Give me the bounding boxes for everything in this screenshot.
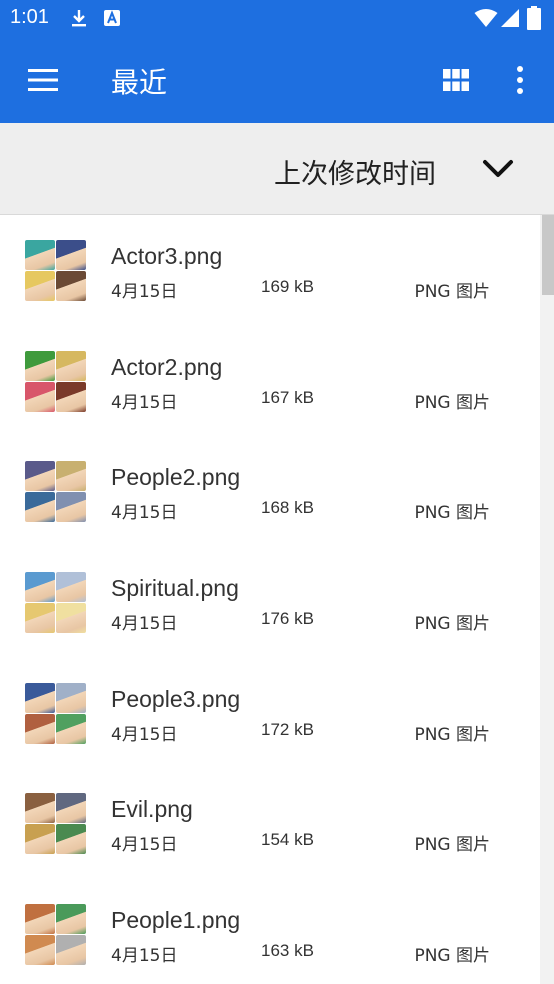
thumbnail-face: [25, 492, 55, 523]
sort-selector[interactable]: 上次修改时间: [0, 123, 554, 215]
file-date: 4月15日: [111, 503, 178, 524]
thumbnail-face: [25, 240, 55, 270]
file-thumbnail: [25, 682, 86, 744]
thumbnail-face: [56, 461, 86, 492]
file-date: 4月15日: [111, 946, 178, 967]
file-name: People2.png: [111, 464, 241, 491]
file-size: 163 kB: [261, 941, 314, 961]
page-title: 最近: [111, 66, 168, 99]
battery-icon: [527, 6, 541, 30]
thumbnail-face: [56, 793, 86, 824]
thumbnail-face: [56, 603, 86, 634]
file-list-item[interactable]: People3.png 4月15日 172 kB PNG 图片: [0, 658, 540, 769]
more-vert-icon[interactable]: [510, 65, 530, 95]
status-time: 1:01: [10, 6, 49, 28]
file-list-item[interactable]: Actor2.png 4月15日 167 kB PNG 图片: [0, 326, 540, 437]
file-size: 176 kB: [261, 609, 314, 629]
thumbnail-face: [56, 381, 86, 412]
file-type: PNG 图片: [414, 282, 490, 302]
file-name: People3.png: [111, 685, 241, 712]
thumbnail-face: [25, 904, 55, 935]
status-bar: 1:01: [0, 0, 554, 37]
file-name: Actor2.png: [111, 353, 223, 380]
thumbnail-face: [25, 271, 55, 301]
file-name: People1.png: [111, 907, 241, 934]
file-type: PNG 图片: [414, 503, 490, 524]
thumbnail-face: [56, 904, 86, 935]
thumbnail-face: [56, 240, 86, 270]
thumbnail-face: [56, 350, 86, 381]
thumbnail-face: [25, 572, 55, 603]
thumbnail-face: [25, 350, 55, 381]
thumbnail-face: [56, 824, 86, 855]
file-date: 4月15日: [111, 282, 178, 302]
file-date: 4月15日: [111, 835, 178, 856]
thumbnail-face: [25, 824, 55, 855]
thumbnail-face: [56, 271, 86, 301]
chevron-down-icon[interactable]: [482, 158, 514, 180]
thumbnail-face: [56, 492, 86, 523]
file-thumbnail: [25, 793, 86, 855]
file-type: PNG 图片: [414, 946, 490, 967]
file-thumbnail: [25, 240, 86, 301]
thumbnail-face: [56, 713, 86, 744]
file-list-item[interactable]: People1.png 4月15日 163 kB PNG 图片: [0, 879, 540, 984]
file-list-item[interactable]: Evil.png 4月15日 154 kB PNG 图片: [0, 768, 540, 879]
file-list: Actor3.png 4月15日 169 kB PNG 图片 Actor2.png 4月1…: [0, 215, 540, 984]
thumbnail-face: [25, 461, 55, 492]
thumbnail-face: [56, 572, 86, 603]
file-name: Spiritual.png: [111, 575, 239, 602]
file-list-item[interactable]: Spiritual.png 4月15日 176 kB PNG 图片: [0, 547, 540, 658]
download-icon: [72, 10, 86, 27]
file-thumbnail: [25, 904, 86, 966]
thumbnail-face: [25, 713, 55, 744]
thumbnail-face: [25, 603, 55, 634]
file-thumbnail: [25, 350, 86, 412]
thumbnail-face: [25, 682, 55, 713]
thumbnail-face: [25, 793, 55, 824]
scrollbar-thumb[interactable]: [542, 215, 554, 295]
file-date: 4月15日: [111, 724, 178, 745]
file-size: 154 kB: [261, 830, 314, 850]
cell-signal-icon: [501, 9, 519, 27]
file-name: Actor3.png: [111, 243, 223, 269]
app-bar: 最近: [0, 37, 554, 123]
file-thumbnail: [25, 572, 86, 634]
file-size: 172 kB: [261, 719, 314, 739]
file-size: 169 kB: [261, 277, 314, 296]
file-date: 4月15日: [111, 392, 178, 413]
file-name: Evil.png: [111, 796, 193, 823]
file-type: PNG 图片: [414, 724, 490, 745]
menu-icon[interactable]: [28, 68, 58, 92]
grid-view-icon[interactable]: [443, 69, 469, 91]
file-list-item[interactable]: Actor3.png 4月15日 169 kB PNG 图片: [0, 215, 540, 326]
file-date: 4月15日: [111, 614, 178, 635]
scrollbar-track: [540, 215, 554, 984]
file-size: 168 kB: [261, 498, 314, 518]
file-type: PNG 图片: [414, 392, 490, 413]
thumbnail-face: [25, 935, 55, 966]
a-box-icon: [104, 10, 120, 26]
thumbnail-face: [56, 682, 86, 713]
file-list-item[interactable]: People2.png 4月15日 168 kB PNG 图片: [0, 436, 540, 547]
thumbnail-face: [25, 381, 55, 412]
file-thumbnail: [25, 461, 86, 523]
wifi-icon: [474, 9, 498, 27]
sort-label: 上次修改时间: [274, 159, 436, 190]
file-type: PNG 图片: [414, 835, 490, 856]
file-type: PNG 图片: [414, 614, 490, 635]
thumbnail-face: [56, 935, 86, 966]
file-size: 167 kB: [261, 387, 314, 407]
